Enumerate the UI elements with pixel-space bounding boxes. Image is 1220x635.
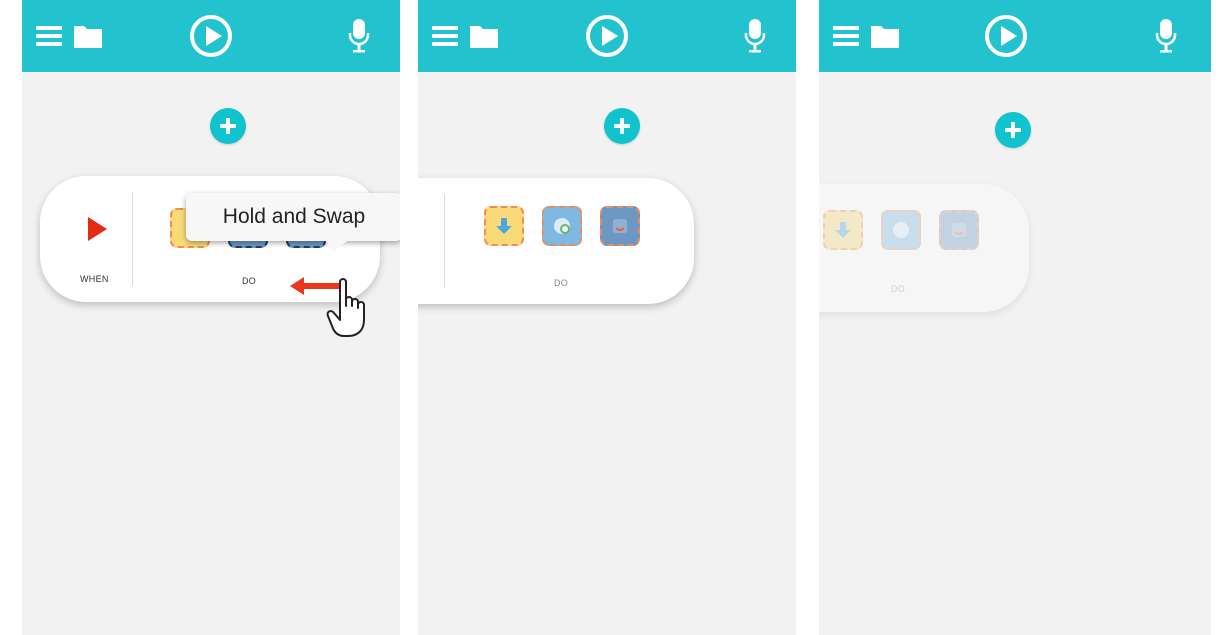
do-label: DO: [242, 276, 257, 286]
menu-icon[interactable]: [430, 0, 460, 72]
screen-step-3: DO: [819, 0, 1211, 635]
hint-tooltip: Hold and Swap: [186, 193, 400, 241]
add-icon: [1005, 122, 1021, 138]
folder-icon[interactable]: [464, 0, 504, 72]
play-circle-icon[interactable]: [186, 0, 236, 72]
microphone-icon[interactable]: [344, 0, 374, 72]
add-rule-button[interactable]: [604, 108, 640, 144]
play-triangle-icon[interactable]: [86, 216, 108, 242]
screen-step-1: WHEN DO Hold and Swap: [22, 0, 400, 635]
when-label: WHEN: [80, 274, 109, 284]
action-tile[interactable]: [823, 210, 863, 250]
hand-pointer-icon: [326, 278, 365, 337]
action-tile[interactable]: [600, 206, 640, 246]
screen-step-2: DO: [418, 0, 796, 635]
play-circle-icon[interactable]: [981, 0, 1031, 72]
divider: [132, 192, 133, 286]
rule-card[interactable]: DO: [418, 178, 694, 304]
add-rule-button[interactable]: [995, 112, 1031, 148]
microphone-icon[interactable]: [740, 0, 770, 72]
play-circle-icon[interactable]: [582, 0, 632, 72]
action-tile[interactable]: [542, 206, 582, 246]
add-icon: [220, 118, 236, 134]
top-bar: [819, 0, 1211, 72]
do-label: DO: [554, 278, 569, 288]
tooltip-tail: [324, 239, 350, 251]
do-label: DO: [891, 284, 906, 294]
top-bar: [418, 0, 796, 72]
divider: [444, 194, 445, 288]
menu-icon[interactable]: [831, 0, 861, 72]
add-rule-button[interactable]: [210, 108, 246, 144]
action-tile[interactable]: [881, 210, 921, 250]
menu-icon[interactable]: [34, 0, 64, 72]
folder-icon[interactable]: [68, 0, 108, 72]
microphone-icon[interactable]: [1151, 0, 1181, 72]
folder-icon[interactable]: [865, 0, 905, 72]
top-bar: [22, 0, 400, 72]
rule-card-fading[interactable]: DO: [819, 184, 1029, 312]
action-tile[interactable]: [939, 210, 979, 250]
add-icon: [614, 118, 630, 134]
action-tile[interactable]: [484, 206, 524, 246]
